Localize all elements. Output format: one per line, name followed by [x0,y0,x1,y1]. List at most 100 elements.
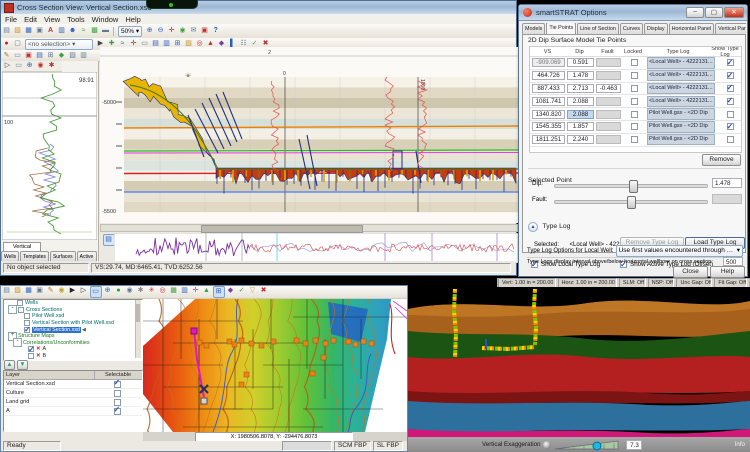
show-type-log-checkbox[interactable] [726,122,734,131]
tie-point-row[interactable]: 1545.355 1.857 Pilot Well.gsx - <2D Dip [530,121,741,134]
draw-icon[interactable]: ✓ [237,286,247,296]
dialog-help-button[interactable]: Help [710,266,745,278]
fault-field[interactable] [596,71,621,81]
tree-vertical-with-pilot[interactable]: Vertical Section with Pilot Well.xsd [32,320,114,326]
tie-point-row[interactable]: 1340.820 2.088 Pilot Well.gsx - <2D Dip [530,108,741,121]
track-icon[interactable]: ▭ [14,61,24,71]
tab-display[interactable]: Display [643,23,668,34]
plot-hscrollbar[interactable] [100,224,518,233]
section-start-marker[interactable] [190,327,198,335]
burst-icon[interactable]: ✱ [47,61,57,71]
map-select-icon[interactable]: ▲ [202,286,212,296]
dip-field[interactable]: 1.857 [567,122,594,132]
tie-point-row[interactable]: 1081.741 2.088 <Local Well> - 4222131... [530,95,741,109]
vs-field[interactable]: 464.726 [532,71,565,81]
select-rect-icon[interactable]: ▭ [13,51,23,61]
vs-field[interactable]: 887.433 [532,83,565,93]
locked-checkbox[interactable] [630,84,638,92]
close-button[interactable]: ✕ [724,7,744,18]
selectable-checkbox[interactable] [113,379,121,388]
project-tree[interactable]: Wells - Cross Sections Pilot Well.xsd Ver… [3,299,143,361]
fault-slider[interactable] [554,196,708,209]
tree-scrollbar[interactable] [135,300,141,358]
split-icon[interactable]: ⊞ [46,51,56,61]
tab-curves[interactable]: Curves [619,23,643,34]
locked-checkbox[interactable] [630,136,638,144]
tab-templates[interactable]: Templates [20,251,49,261]
layer-row[interactable]: Vertical Section.xsd [4,379,142,389]
annotation-icon[interactable]: ▥ [57,26,67,36]
edit-icon[interactable]: ✎ [46,286,56,296]
globe-icon[interactable]: ◉ [178,26,188,36]
menu-help[interactable]: Help [125,15,140,24]
remove-button[interactable]: Remove [702,154,741,166]
close-icon[interactable]: ✖ [259,286,269,296]
tree-vertical-section[interactable]: Vertical Section.xsd [32,326,82,333]
frame-icon[interactable]: ▢ [13,39,23,49]
ve-reset-icon[interactable] [543,440,552,449]
maximize-button[interactable]: ▢ [705,7,723,18]
target-icon[interactable]: ◎ [158,286,168,296]
move-up-button[interactable]: ▲ [4,360,15,370]
fault-field[interactable] [596,96,621,106]
type-log-cell[interactable]: <Local Well> - 4222131... [647,95,715,108]
tab-active-well[interactable]: Active Well [76,251,97,268]
horizon-icon[interactable]: ▤ [35,51,45,61]
tie-point-row[interactable]: 464.726 1.478 <Local Well> - 4222131... [530,69,741,83]
map-pan-icon[interactable]: ✛ [191,286,201,296]
ve-slider[interactable] [554,438,622,452]
cross-sections-checkbox[interactable] [18,306,24,313]
tab-models[interactable]: Models [522,23,546,34]
snapshot-icon[interactable]: ▣ [200,26,210,36]
tree-b[interactable]: B [43,353,47,359]
tree-a[interactable]: A [43,346,47,352]
section-end-marker[interactable] [200,397,208,405]
info-label[interactable]: Info [735,441,745,448]
menu-window[interactable]: Window [92,15,119,24]
fault-field[interactable]: -0.463 [596,83,621,93]
measure-icon[interactable]: ◆ [226,286,236,296]
map-zoom-icon[interactable]: ⊞ [212,286,225,298]
tab-wells[interactable]: Wells [1,251,20,261]
save-icon[interactable]: ▦ [24,286,34,296]
vs-field[interactable]: 1545.355 [532,122,565,132]
locked-checkbox[interactable] [630,97,638,105]
zoom-track-icon[interactable]: ⊕ [25,61,35,71]
save-icon[interactable]: ▦ [24,26,34,36]
tie-point-row[interactable]: -909.069 0.591 <Local Well> - 4222131... [530,57,741,70]
dip-field[interactable]: 2.088 [567,96,594,106]
well-marker-icon[interactable]: ▣ [24,51,34,61]
print-icon[interactable]: ▣ [35,286,45,296]
zoom-out-icon[interactable]: ⊖ [156,26,166,36]
wells-checkbox[interactable] [17,300,23,307]
new-icon[interactable]: ▤ [2,286,12,296]
tab-vertical-panel[interactable]: Vertical Panel [715,23,746,34]
select-mode-icon[interactable]: ▭ [89,286,102,298]
layout-icon[interactable]: ▬ [101,26,111,36]
show-type-log-checkbox[interactable] [726,58,734,67]
show-type-log-checkbox[interactable] [726,136,734,144]
log-template-track[interactable]: 98.91 100 [2,72,97,240]
fault-field[interactable] [596,109,621,119]
scrollbar-thumb[interactable] [201,225,363,233]
paste-icon[interactable]: ▥ [79,51,89,61]
selection-select[interactable]: <no selection> ▾ [25,38,93,50]
dip-field[interactable]: 2.088 [567,109,594,119]
help-icon[interactable]: ? [211,26,221,36]
move-down-button[interactable]: ▼ [17,360,28,370]
menu-tools[interactable]: Tools [67,15,85,24]
correlation-track[interactable] [114,233,518,263]
layer-a-checkbox[interactable] [28,345,35,354]
type-log-cell[interactable]: <Local Well> - 4222131... [647,69,715,82]
dip-value[interactable]: 1.478 [712,178,742,188]
locked-checkbox[interactable] [630,123,638,131]
tie-point-row[interactable]: 1811.251 2.240 Pilot Well.gsx - <2D Dip [530,133,741,147]
open-icon[interactable]: ▨ [13,26,23,36]
type-log-cell[interactable]: Pilot Well.gsx - <2D Dip [647,133,715,146]
dip-field[interactable]: 2.713 [567,83,594,93]
show-type-log-checkbox[interactable] [726,110,734,118]
dip-slider[interactable] [554,180,708,193]
wells-icon[interactable]: ☻ [68,26,78,36]
copy-icon[interactable]: ▨ [68,51,78,61]
type-log-cell[interactable]: <Local Well> - 4222131... [647,82,715,95]
